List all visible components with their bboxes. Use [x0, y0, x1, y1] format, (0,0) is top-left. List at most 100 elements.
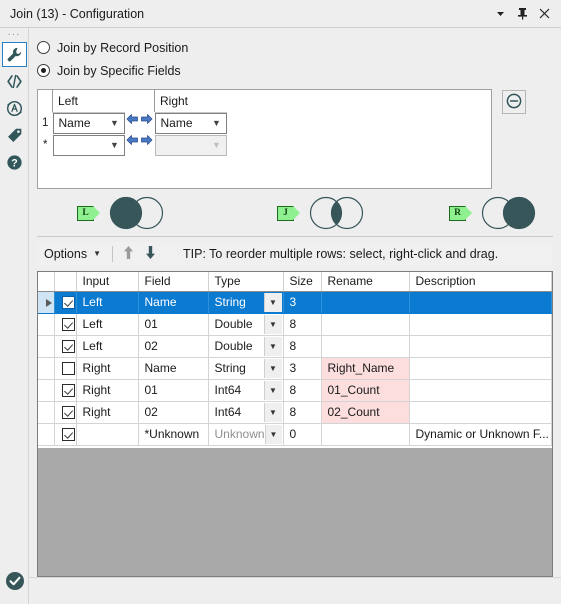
radio-join-by-specific-fields[interactable]: Join by Specific Fields	[29, 59, 561, 82]
cell-rename[interactable]: 01_Count	[321, 379, 410, 402]
cell-type[interactable]: Int64 ▼	[208, 401, 284, 424]
cell-type-value: String	[214, 361, 246, 375]
cell-rename[interactable]: 02_Count	[321, 401, 410, 424]
col-select-all[interactable]	[54, 272, 77, 292]
radio-join-by-record-position[interactable]: Join by Record Position	[29, 36, 561, 59]
col-field[interactable]: Field	[138, 272, 209, 292]
cell-size[interactable]: 3	[283, 357, 322, 380]
pin-icon[interactable]	[516, 6, 529, 22]
venn-left[interactable]: L	[77, 196, 172, 230]
cell-type[interactable]: Double ▼	[208, 313, 284, 336]
cell-rename[interactable]	[321, 335, 410, 358]
cell-rename[interactable]	[321, 423, 410, 446]
table-row[interactable]: *Unknown Unknown ▼ 0 Dynamic or Unknown F…	[38, 423, 552, 446]
row-checkbox-cell	[54, 335, 77, 358]
sidebar-grip[interactable]: ···	[8, 30, 21, 40]
sidebar-item-annotation[interactable]	[2, 96, 27, 121]
cell-rename[interactable]: Right_Name	[321, 357, 410, 380]
table-row[interactable]: Left Name String ▼ 3	[38, 291, 552, 314]
col-input[interactable]: Input	[76, 272, 139, 292]
tag-icon	[6, 127, 23, 144]
cell-size[interactable]: 8	[283, 313, 322, 336]
cell-description[interactable]	[409, 379, 552, 402]
row-checkbox[interactable]	[61, 406, 75, 420]
chevron-down-icon[interactable]: ▼	[263, 292, 282, 312]
cell-rename[interactable]	[321, 291, 410, 314]
cell-description[interactable]	[409, 313, 552, 336]
join-right-field-select[interactable]: Name ▼	[154, 112, 227, 134]
row-checkbox[interactable]	[61, 296, 75, 310]
chevron-down-icon[interactable]: ▼	[263, 314, 282, 334]
row-checkbox-cell	[54, 379, 77, 402]
cell-size[interactable]: 8	[283, 401, 322, 424]
move-up-button[interactable]	[117, 243, 139, 265]
row-checkbox[interactable]	[61, 340, 75, 354]
row-indicator	[38, 423, 55, 446]
sidebar-item-xml-view[interactable]	[2, 69, 27, 94]
radio-label: Join by Specific Fields	[57, 63, 181, 78]
arrow-right-icon[interactable]	[140, 134, 153, 146]
col-rename[interactable]: Rename	[321, 272, 410, 292]
options-button[interactable]: Options ▼	[37, 243, 108, 265]
cell-type-value: String	[214, 295, 246, 309]
cell-rename[interactable]	[321, 313, 410, 336]
join-row-index: 1	[42, 117, 49, 129]
cell-description[interactable]	[409, 291, 552, 314]
radio-button[interactable]	[37, 64, 50, 77]
arrow-down-icon	[145, 245, 156, 263]
row-checkbox[interactable]	[61, 318, 75, 332]
sidebar-item-help[interactable]: ?	[2, 150, 27, 175]
sidebar-item-label[interactable]	[2, 123, 27, 148]
close-icon[interactable]	[538, 6, 551, 22]
arrow-left-icon[interactable]	[126, 113, 139, 125]
arrow-right-icon[interactable]	[140, 113, 153, 125]
col-description[interactable]: Description	[409, 272, 552, 292]
cell-description[interactable]	[409, 335, 552, 358]
caret-down-icon[interactable]	[494, 6, 507, 22]
row-checkbox[interactable]	[61, 428, 75, 442]
table-row[interactable]: Left 02 Double ▼ 8	[38, 335, 552, 358]
cell-type[interactable]: Unknown ▼	[208, 423, 284, 446]
table-row[interactable]: Right 02 Int64 ▼ 8 02_Count	[38, 401, 552, 424]
chevron-down-icon[interactable]: ▼	[264, 424, 282, 444]
table-row[interactable]: Right Name String ▼ 3 Right_Name	[38, 357, 552, 380]
cell-type-value: Int64	[214, 405, 242, 419]
venn-join[interactable]: J	[277, 196, 372, 230]
join-right-field-select-new[interactable]: ▼	[154, 134, 227, 156]
cell-size[interactable]: 0	[283, 423, 322, 446]
chevron-down-icon[interactable]: ▼	[263, 336, 282, 356]
col-type[interactable]: Type	[208, 272, 284, 292]
cell-description[interactable]	[409, 357, 552, 380]
chevron-down-icon[interactable]: ▼	[263, 402, 282, 422]
cell-field: Name	[138, 357, 209, 380]
chevron-down-icon: ▼	[110, 139, 119, 150]
venn-right-icon	[481, 196, 536, 230]
move-down-button[interactable]	[139, 243, 161, 265]
sidebar-item-configuration[interactable]	[1, 42, 27, 67]
cell-type[interactable]: String ▼	[208, 291, 284, 314]
col-size[interactable]: Size	[283, 272, 322, 292]
chevron-down-icon[interactable]: ▼	[263, 380, 282, 400]
join-left-field-select[interactable]: Name ▼	[52, 112, 125, 134]
remove-join-row-button[interactable]	[502, 90, 526, 114]
table-row[interactable]: Left 01 Double ▼ 8	[38, 313, 552, 336]
cell-size[interactable]: 8	[283, 335, 322, 358]
cell-type[interactable]: Double ▼	[208, 335, 284, 358]
cell-size[interactable]: 8	[283, 379, 322, 402]
arrow-left-icon[interactable]	[126, 134, 139, 146]
cell-type[interactable]: Int64 ▼	[208, 379, 284, 402]
join-row-arrows	[125, 113, 155, 125]
cell-size[interactable]: 3	[283, 291, 322, 314]
row-checkbox[interactable]	[61, 384, 75, 398]
row-checkbox[interactable]	[61, 362, 75, 376]
cell-description[interactable]	[409, 401, 552, 424]
venn-join-tag: J	[277, 205, 301, 222]
radio-button[interactable]	[37, 41, 50, 54]
venn-right[interactable]: R	[449, 196, 544, 230]
join-right-field-value: Name	[160, 116, 193, 131]
table-row[interactable]: Right 01 Int64 ▼ 8 01_Count	[38, 379, 552, 402]
cell-description[interactable]: Dynamic or Unknown F...	[409, 423, 552, 446]
join-left-field-select-new[interactable]: ▼	[52, 134, 125, 156]
cell-type[interactable]: String ▼	[208, 357, 284, 380]
chevron-down-icon[interactable]: ▼	[263, 358, 282, 378]
